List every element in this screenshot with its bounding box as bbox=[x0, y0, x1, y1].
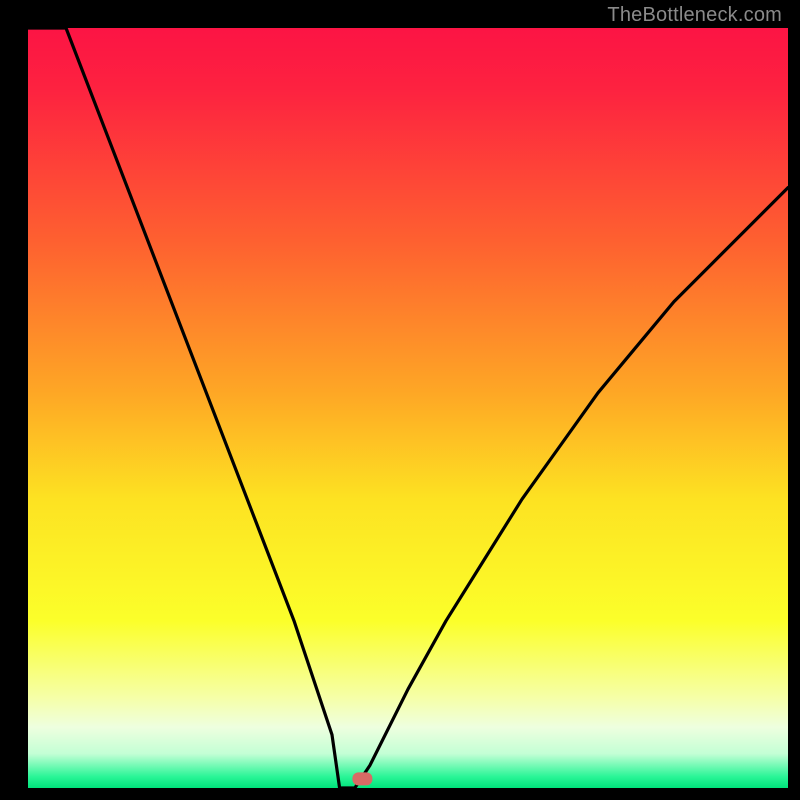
chart-frame: TheBottleneck.com bbox=[0, 0, 800, 800]
bottleneck-chart bbox=[0, 0, 800, 800]
plot-background bbox=[28, 28, 788, 788]
watermark-text: TheBottleneck.com bbox=[607, 4, 782, 27]
current-config-marker bbox=[352, 772, 372, 785]
